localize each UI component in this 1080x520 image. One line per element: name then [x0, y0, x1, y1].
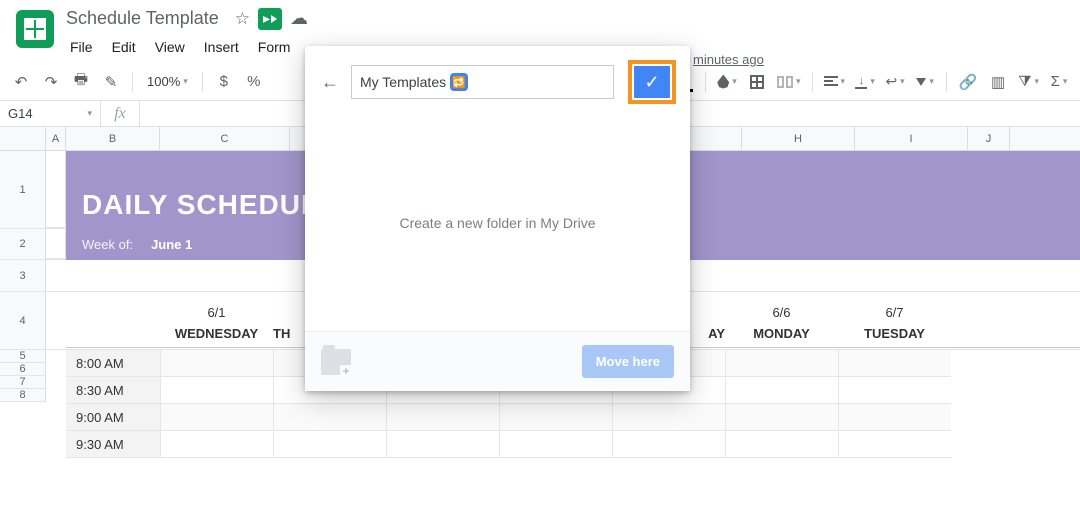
col-header-j[interactable]: J: [968, 127, 1010, 150]
move-to-folder-button[interactable]: ▸: [258, 8, 282, 30]
dialog-footer: Move here: [305, 331, 690, 391]
date-cell: 6/6: [725, 305, 838, 320]
row-header[interactable]: 2: [0, 229, 46, 260]
functions-button[interactable]: Σ: [1046, 69, 1072, 95]
toolbar-separator: [132, 72, 133, 92]
star-icon[interactable]: ☆: [235, 9, 250, 29]
name-box-value: G14: [8, 106, 33, 121]
dow-cell: TUESDAY: [838, 326, 951, 341]
move-here-button[interactable]: Move here: [582, 345, 674, 378]
toolbar-separator: [202, 72, 203, 92]
toolbar-separator: [946, 72, 947, 92]
dow-cell: WEDNESDAY: [160, 326, 273, 341]
time-label: 8:00 AM: [66, 350, 160, 376]
input-emoji-icon: 🔁: [450, 73, 468, 91]
time-row[interactable]: 9:30 AM: [66, 431, 951, 458]
toolbar-separator: [705, 72, 706, 92]
undo-button[interactable]: ↶: [8, 69, 34, 95]
fill-color-icon: [717, 75, 729, 89]
time-label: 9:30 AM: [66, 431, 160, 457]
row-header[interactable]: 7: [0, 376, 46, 389]
doc-meta: Schedule Template ☆ ▸ ☁ File Edit View I…: [62, 6, 308, 63]
new-folder-button[interactable]: [321, 349, 351, 375]
merge-icon: [777, 76, 793, 88]
fx-label: fx: [100, 101, 140, 126]
rotation-icon: [916, 78, 926, 86]
menu-view[interactable]: View: [147, 35, 193, 59]
confirm-highlight: ✓: [628, 60, 676, 104]
date-cell: 6/7: [838, 305, 951, 320]
format-currency-button[interactable]: $: [211, 69, 237, 95]
time-row[interactable]: 9:00 AM: [66, 404, 951, 431]
text-rotation-button[interactable]: [912, 69, 938, 95]
dialog-body: Create a new folder in My Drive: [305, 114, 690, 331]
move-file-dialog: ← My Templates 🔁 ✓ Create a new folder i…: [305, 46, 690, 391]
schedule-title: DAILY SCHEDUL: [82, 189, 319, 221]
insert-link-button[interactable]: 🔗: [955, 69, 981, 95]
cloud-status-icon[interactable]: ☁: [290, 8, 308, 29]
confirm-folder-button[interactable]: ✓: [634, 66, 670, 98]
col-header-a[interactable]: A: [46, 127, 66, 150]
col-header-b[interactable]: B: [66, 127, 160, 150]
menu-edit[interactable]: Edit: [104, 35, 144, 59]
folder-name-input[interactable]: My Templates 🔁: [352, 73, 613, 91]
menu-format[interactable]: Form: [250, 35, 299, 59]
insert-chart-button[interactable]: ▥: [985, 69, 1011, 95]
time-label: 8:30 AM: [66, 377, 160, 403]
merge-cells-button[interactable]: [774, 69, 804, 95]
document-title[interactable]: Schedule Template: [62, 6, 223, 31]
horizontal-align-button[interactable]: [821, 69, 849, 95]
week-of-label: Week of:: [82, 237, 133, 252]
zoom-dropdown[interactable]: 100%: [141, 69, 194, 95]
week-of-value: June 1: [151, 237, 192, 252]
col-header-h[interactable]: H: [742, 127, 855, 150]
row-headers: 1 2 3 4 5 6 7 8: [0, 151, 46, 402]
folder-name-field-wrap: My Templates 🔁: [351, 65, 614, 99]
select-all-corner[interactable]: [0, 127, 46, 150]
time-label: 9:00 AM: [66, 404, 160, 430]
row-header[interactable]: 3: [0, 260, 46, 292]
format-percent-button[interactable]: %: [241, 69, 267, 95]
dialog-header: ← My Templates 🔁 ✓: [305, 46, 690, 114]
menu-bar: File Edit View Insert Form: [62, 31, 308, 63]
doc-icons: ☆ ▸ ☁: [235, 8, 308, 30]
col-header-c[interactable]: C: [160, 127, 290, 150]
date-cell: 6/1: [160, 305, 273, 320]
col-header-i[interactable]: I: [855, 127, 968, 150]
redo-button[interactable]: ↷: [38, 69, 64, 95]
menu-file[interactable]: File: [62, 35, 101, 59]
row-header[interactable]: 6: [0, 363, 46, 376]
paint-format-button[interactable]: ✎: [98, 69, 124, 95]
dialog-body-text: Create a new folder in My Drive: [399, 215, 595, 231]
last-edit-link[interactable]: minutes ago: [693, 52, 764, 67]
vertical-align-button[interactable]: [852, 69, 878, 95]
name-box-dropdown-icon: ▾: [87, 108, 92, 119]
dow-cell: MONDAY: [725, 326, 838, 341]
folder-name-value: My Templates: [360, 74, 446, 90]
doc-title-row: Schedule Template ☆ ▸ ☁: [62, 6, 308, 31]
row-header[interactable]: 4: [0, 292, 46, 350]
fill-color-button[interactable]: [714, 69, 740, 95]
borders-icon: [750, 75, 764, 89]
halign-icon: [824, 76, 838, 88]
back-button[interactable]: ←: [319, 71, 341, 93]
toolbar-separator: [812, 72, 813, 92]
menu-insert[interactable]: Insert: [196, 35, 247, 59]
valign-icon: [855, 75, 867, 89]
sheets-logo-icon[interactable]: [16, 10, 54, 48]
borders-button[interactable]: [744, 69, 770, 95]
text-wrap-button[interactable]: ↩: [882, 69, 908, 95]
row-header[interactable]: 8: [0, 389, 46, 402]
row-header[interactable]: 1: [0, 151, 46, 229]
print-button[interactable]: 🖶: [68, 69, 94, 95]
name-box[interactable]: G14 ▾: [0, 106, 100, 121]
filter-button[interactable]: ⧩: [1015, 69, 1042, 95]
row-header[interactable]: 5: [0, 350, 46, 363]
